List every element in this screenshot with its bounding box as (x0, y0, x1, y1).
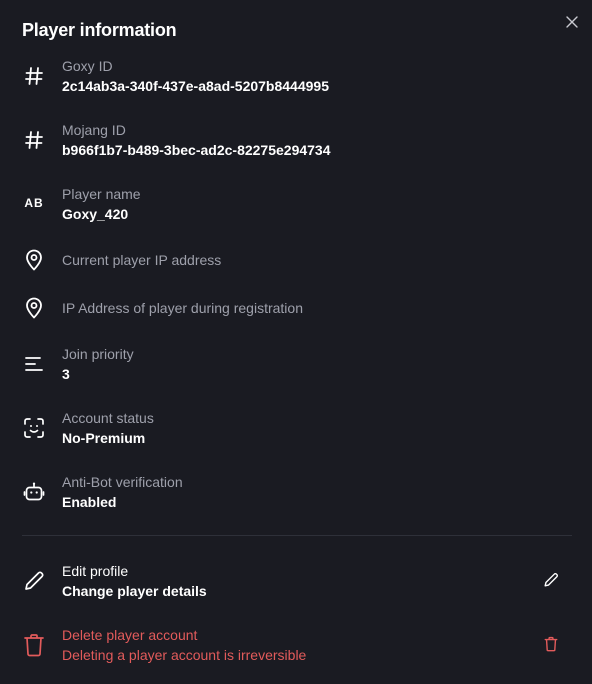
current-ip-label: Current player IP address (62, 252, 222, 268)
antibot-value: Enabled (62, 494, 117, 510)
account-status-label: Account status (62, 410, 154, 426)
pencil-icon (22, 569, 46, 593)
edit-profile-title: Edit profile (62, 563, 129, 579)
map-pin-icon (22, 296, 46, 320)
map-pin-icon (22, 248, 46, 272)
close-icon (566, 16, 578, 28)
mojang-id-label: Mojang ID (62, 122, 126, 138)
edit-profile-button[interactable]: Edit profile Change player details (22, 562, 572, 606)
pencil-icon[interactable] (542, 571, 560, 589)
player-information-panel: Player information Goxy ID 2c14ab3a-340f… (0, 0, 592, 684)
sort-lines-icon (22, 352, 46, 376)
join-priority-label: Join priority (62, 346, 134, 362)
goxy-id-value: 2c14ab3a-340f-437e-a8ad-5207b8444995 (62, 78, 329, 94)
delete-account-title: Delete player account (62, 627, 198, 643)
panel-title: Player information (22, 20, 177, 40)
player-name-label: Player name (62, 186, 141, 202)
goxy-id-row: Goxy ID 2c14ab3a-340f-437e-a8ad-5207b844… (22, 58, 572, 98)
trash-icon[interactable] (542, 635, 560, 653)
join-priority-value: 3 (62, 366, 70, 382)
hash-icon (22, 64, 46, 88)
player-name-value: Goxy_420 (62, 206, 129, 222)
delete-account-button[interactable]: Delete player account Deleting a player … (22, 626, 572, 670)
current-ip-row: Current player IP address (22, 248, 572, 272)
robot-icon (22, 480, 46, 504)
mojang-id-value: b966f1b7-b489-3bec-ad2c-82275e294734 (62, 142, 331, 158)
account-status-row: Account status No-Premium (22, 410, 572, 450)
close-button[interactable] (563, 13, 581, 31)
trash-icon (22, 633, 46, 657)
edit-profile-subtitle: Change player details (62, 583, 207, 599)
player-name-row: AB Player name Goxy_420 (22, 186, 572, 226)
mojang-id-row: Mojang ID b966f1b7-b489-3bec-ad2c-82275e… (22, 122, 572, 162)
hash-icon (22, 128, 46, 152)
join-priority-row: Join priority 3 (22, 346, 572, 386)
section-divider (22, 535, 572, 536)
registration-ip-row: IP Address of player during registration (22, 296, 572, 320)
antibot-row: Anti-Bot verification Enabled (22, 474, 572, 514)
text-ab-icon: AB (24, 196, 44, 210)
delete-account-subtitle: Deleting a player account is irreversibl… (62, 647, 307, 663)
account-status-value: No-Premium (62, 430, 146, 446)
registration-ip-label: IP Address of player during registration (62, 300, 303, 316)
goxy-id-label: Goxy ID (62, 58, 113, 74)
face-scan-icon (22, 416, 46, 440)
antibot-label: Anti-Bot verification (62, 474, 183, 490)
